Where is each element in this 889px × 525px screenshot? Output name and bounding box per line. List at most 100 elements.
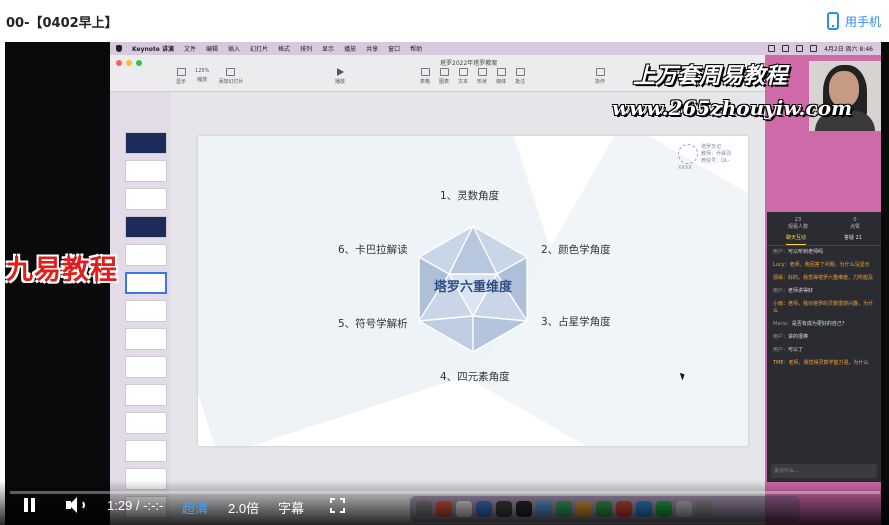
toolbar-shape: 形状 bbox=[477, 68, 487, 85]
collaborate-icon bbox=[595, 68, 605, 76]
status-icon bbox=[768, 45, 776, 52]
menubar-item: 共享 bbox=[366, 46, 379, 53]
toolbar-play-group: 播放 bbox=[335, 68, 345, 85]
chart-icon bbox=[439, 68, 449, 76]
chat-user: 用户： bbox=[773, 249, 789, 255]
tab-qa: 答疑 21 bbox=[844, 235, 862, 241]
add-slide-icon bbox=[226, 68, 236, 76]
stat-label: 点赞 bbox=[849, 224, 860, 230]
slide-thumbnail bbox=[125, 412, 167, 434]
toolbar-comment: 批注 bbox=[515, 68, 525, 85]
subtitle-button[interactable]: 字幕 bbox=[278, 498, 304, 517]
fullscreen-icon bbox=[340, 508, 345, 513]
menubar-item: 显示 bbox=[322, 46, 335, 53]
slide-thumbnail bbox=[125, 244, 167, 266]
toolbar-add-slide: 添加幻灯片 bbox=[218, 68, 243, 85]
toolbar-label: 形状 bbox=[477, 79, 488, 85]
document-title: 塔罗2022年塔罗教案 bbox=[440, 60, 498, 67]
slide-thumbnail-selected bbox=[125, 272, 167, 294]
close-window-icon bbox=[116, 60, 122, 66]
chat-message: 源缘：好的，我觉得塔罗六重维度，力所能及 bbox=[767, 272, 881, 285]
slide-canvas: 塔罗日记 教师：乔霖羽 微信号：QL-XXXX 塔罗六重维度 1、灵数角度 2、… bbox=[170, 92, 765, 525]
slide-navigator bbox=[110, 92, 170, 525]
chat-input: 说点什么... bbox=[771, 464, 877, 478]
slide-thumbnail bbox=[125, 188, 167, 210]
volume-button[interactable] bbox=[66, 497, 86, 513]
toolbar-label: 图表 bbox=[439, 79, 450, 85]
slide-thumbnail bbox=[125, 160, 167, 182]
chat-text: Lucy：老师，我回答了问题，为什么没显示 bbox=[773, 262, 870, 268]
chat-text: TME：老师，我觉得灵数学能力强，为什么 bbox=[773, 360, 869, 366]
toolbar-share-group: 协作 bbox=[595, 68, 605, 85]
toolbar-label: 表格 bbox=[420, 79, 431, 85]
toolbar-play: 播放 bbox=[335, 68, 345, 85]
chat-user: 用户： bbox=[773, 334, 789, 340]
progress-bar[interactable] bbox=[10, 491, 880, 494]
tab-chat: 聊天互动 bbox=[786, 234, 807, 245]
text-icon bbox=[458, 68, 468, 76]
slide-thumbnail bbox=[125, 440, 167, 462]
stat-label: 观看人数 bbox=[787, 224, 808, 230]
chat-tabs: 聊天互动 答疑 21 bbox=[767, 234, 881, 246]
menubar-item: 格式 bbox=[278, 46, 291, 53]
chat-message: 小雨：老师，我对塔罗的灵数很感兴趣，为什么 bbox=[767, 298, 881, 318]
chat-text: 小雨：老师，我对塔罗的灵数很感兴趣，为什么 bbox=[773, 301, 874, 314]
chat-message: 用户：讲的很棒 bbox=[767, 331, 881, 344]
mac-menubar: Keynote 讲演 文件 编辑 插入 幻灯片 格式 排列 显示 播放 共享 窗… bbox=[110, 42, 881, 55]
page-title: 00-【0402早上】 bbox=[6, 16, 118, 31]
toolbar-insert-group: 表格 图表 文本 形状 媒体 批注 bbox=[420, 68, 525, 85]
dimension-label: 2、颜色学角度 bbox=[541, 244, 611, 256]
dimension-label: 3、占星学角度 bbox=[541, 316, 611, 328]
watermark-text: 上万套周易教程 bbox=[633, 63, 788, 89]
status-icon bbox=[782, 45, 790, 52]
quality-button[interactable]: 超清 bbox=[182, 498, 208, 517]
keynote-window: 塔罗2022年塔罗教案 显示 125% 缩放 添加幻灯片 播放 表格 图表 文本 … bbox=[110, 55, 765, 525]
toolbar-collaborate: 协作 bbox=[595, 68, 605, 85]
chat-user: 用户： bbox=[773, 347, 789, 353]
menubar-item: 排列 bbox=[300, 46, 313, 53]
chat-text: 可以听到老师吗 bbox=[788, 249, 824, 255]
phone-icon bbox=[826, 12, 839, 30]
mobile-label: 用手机 bbox=[844, 14, 881, 29]
dimension-label: 1、灵数角度 bbox=[440, 190, 500, 202]
current-slide: 塔罗日记 教师：乔霖羽 微信号：QL-XXXX 塔罗六重维度 1、灵数角度 2、… bbox=[198, 136, 748, 446]
slide-thumbnail bbox=[125, 132, 167, 154]
chat-stats: 23 观看人数 0 点赞 bbox=[767, 212, 881, 234]
menubar-item: 窗口 bbox=[388, 46, 401, 53]
chat-user: Maria： bbox=[773, 321, 792, 327]
status-icon bbox=[810, 45, 818, 52]
speed-button[interactable]: 2.0倍 bbox=[228, 498, 259, 517]
slide-thumbnail bbox=[125, 328, 167, 350]
chat-message: 用户：可以了 bbox=[767, 344, 881, 357]
dimension-label: 4、四元素角度 bbox=[440, 371, 510, 383]
slide-thumbnail bbox=[125, 356, 167, 378]
chat-message: Maria：是否有成为更好的自己？ bbox=[767, 318, 881, 331]
pause-button[interactable] bbox=[22, 497, 38, 513]
menubar-item: 幻灯片 bbox=[250, 46, 269, 53]
mobile-watch-button[interactable]: 用手机 bbox=[826, 10, 881, 32]
menubar-clock: 4月2日 周六 8:46 bbox=[824, 46, 873, 53]
minimize-window-icon bbox=[126, 60, 132, 66]
chat-message: 用户：可以听到老师吗 bbox=[767, 246, 881, 259]
toolbar-table: 表格 bbox=[420, 68, 430, 85]
toolbar-chart: 图表 bbox=[439, 68, 449, 85]
apple-icon bbox=[116, 45, 122, 52]
menubar-item: 帮助 bbox=[410, 46, 423, 53]
slide-thumbnail bbox=[125, 300, 167, 322]
toolbar-text: 文本 bbox=[458, 68, 468, 85]
toolbar-media: 媒体 bbox=[496, 68, 506, 85]
menubar-item: 插入 bbox=[227, 46, 240, 53]
window-controls bbox=[116, 60, 142, 66]
menubar-item: 播放 bbox=[344, 46, 357, 53]
time-display: 1:29 / -:-:- bbox=[107, 498, 164, 513]
slide-thumbnail bbox=[125, 384, 167, 406]
screen: 00-【0402早上】 用手机 Keynote 讲演 文件 编辑 插入 幻灯片 … bbox=[0, 0, 889, 525]
slide-logo: 塔罗日记 教师：乔霖羽 微信号：QL-XXXX bbox=[678, 144, 738, 180]
status-icon bbox=[796, 45, 804, 52]
watermark-brand: 九易教程 bbox=[6, 255, 118, 286]
chat-text: 老师讲得好 bbox=[788, 288, 814, 294]
toolbar-zoom: 125% 缩放 bbox=[195, 68, 209, 85]
watermark-url: www.265zhouyiw.com bbox=[612, 96, 853, 120]
fullscreen-button[interactable] bbox=[330, 498, 345, 513]
stat-likes: 0 点赞 bbox=[850, 217, 860, 234]
